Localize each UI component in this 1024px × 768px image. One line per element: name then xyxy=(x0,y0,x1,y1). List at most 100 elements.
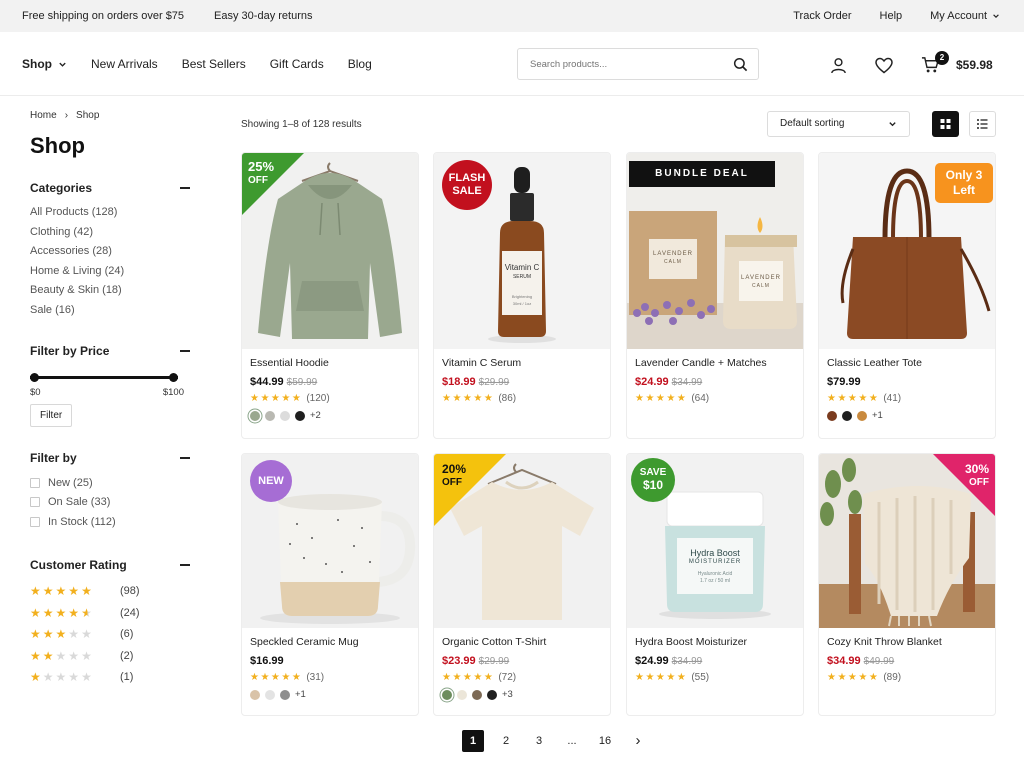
grid-view-button[interactable] xyxy=(932,111,959,137)
color-swatch[interactable] xyxy=(295,410,305,421)
nav-blog[interactable]: Blog xyxy=(348,57,372,71)
product-image[interactable]: SAVE $10 Hydra Boost MOISTURIZER Hyaluro… xyxy=(627,454,803,628)
color-swatch[interactable] xyxy=(265,410,275,421)
product-name[interactable]: Speckled Ceramic Mug xyxy=(250,636,410,648)
rating-filter-3[interactable]: ★★★★★ (6) xyxy=(30,624,190,646)
filter-on-sale[interactable]: On Sale (33) xyxy=(30,493,190,513)
collapse-icon[interactable] xyxy=(180,563,190,566)
color-swatch[interactable] xyxy=(827,410,837,421)
product-name[interactable]: Essential Hoodie xyxy=(250,357,410,369)
filter-by-header[interactable]: Filter by xyxy=(30,451,190,465)
filter-in-stock[interactable]: In Stock (112) xyxy=(30,512,190,532)
page-2-button[interactable]: 2 xyxy=(495,730,517,752)
cart-button[interactable]: 2 xyxy=(921,51,949,79)
product-image[interactable]: 30% OFF xyxy=(819,454,995,628)
customer-rating-header[interactable]: Customer Rating xyxy=(30,558,190,572)
main-nav: Shop New Arrivals Best Sellers Gift Card… xyxy=(22,57,372,71)
product-name[interactable]: Classic Leather Tote xyxy=(827,357,987,369)
checkbox[interactable] xyxy=(30,477,40,488)
color-swatch[interactable] xyxy=(442,689,452,700)
color-swatch[interactable] xyxy=(857,410,867,421)
product-name[interactable]: Lavender Candle + Matches xyxy=(635,357,795,369)
more-colors[interactable]: +2 xyxy=(310,410,321,421)
price-slider-max-handle[interactable] xyxy=(169,373,178,382)
product-name[interactable]: Cozy Knit Throw Blanket xyxy=(827,636,987,648)
color-swatch[interactable] xyxy=(842,410,852,421)
rating-filter-4[interactable]: ★★★★★ (2) xyxy=(30,645,190,667)
product-card-essential-hoodie[interactable]: 25% OFF Essential Hoodie $44.99 $59.99 ★★… xyxy=(241,152,419,439)
color-swatch[interactable] xyxy=(250,410,260,421)
chevron-down-icon xyxy=(993,14,999,18)
filter-new[interactable]: New (25) xyxy=(30,473,190,493)
product-price: $24.99 xyxy=(635,376,669,388)
categories-header[interactable]: Categories xyxy=(30,181,190,195)
category-home-living[interactable]: Home & Living (24) xyxy=(30,262,190,282)
page-16-button[interactable]: 16 xyxy=(594,730,616,752)
checkbox[interactable] xyxy=(30,516,40,527)
rating-filter-2[interactable]: ★★★★★ (24) xyxy=(30,602,190,624)
product-image[interactable]: Only 3 Left xyxy=(819,153,995,349)
more-colors[interactable]: +3 xyxy=(502,689,513,700)
nav-shop-menu[interactable]: Shop xyxy=(22,57,67,71)
product-card-classic-leather-tote[interactable]: Only 3 Left Classic Leather Tote $79.99 … xyxy=(818,152,996,439)
nav-best-sellers[interactable]: Best Sellers xyxy=(182,57,246,71)
color-swatch[interactable] xyxy=(487,689,497,700)
rating-filter-1[interactable]: ★★★★★ (98) xyxy=(30,581,190,603)
color-swatch[interactable] xyxy=(280,689,290,700)
product-card-lavender-candle[interactable]: BUNDLE DEAL LAVENDER CALM LAVENDER CALM … xyxy=(626,152,804,439)
category-clothing[interactable]: Clothing (42) xyxy=(30,223,190,243)
category-all-products[interactable]: All Products (128) xyxy=(30,203,190,223)
more-colors[interactable]: +1 xyxy=(295,689,306,700)
product-name[interactable]: Organic Cotton T-Shirt xyxy=(442,636,602,648)
product-image[interactable]: BUNDLE DEAL LAVENDER CALM LAVENDER CALM xyxy=(627,153,803,349)
checkbox[interactable] xyxy=(30,497,40,508)
nav-gift-cards[interactable]: Gift Cards xyxy=(270,57,324,71)
price-slider-min-handle[interactable] xyxy=(30,373,39,382)
price-filter-header[interactable]: Filter by Price xyxy=(30,344,190,358)
color-swatch[interactable] xyxy=(472,689,482,700)
collapse-icon[interactable] xyxy=(180,350,190,352)
color-swatches: +1 xyxy=(250,689,410,700)
product-image[interactable]: 20% OFF xyxy=(434,454,610,628)
more-colors[interactable]: +1 xyxy=(872,410,883,421)
product-image[interactable]: FLASH SALE Vitamin C SERUM Brightening 3… xyxy=(434,153,610,349)
collapse-icon[interactable] xyxy=(180,457,190,459)
category-accessories[interactable]: Accessories (28) xyxy=(30,242,190,262)
product-name[interactable]: Vitamin C Serum xyxy=(442,357,602,369)
product-card-hydra-boost-moisturizer[interactable]: SAVE $10 Hydra Boost MOISTURIZER Hyaluro… xyxy=(626,453,804,716)
product-image[interactable]: NEW xyxy=(242,454,418,628)
category-beauty-skin[interactable]: Beauty & Skin (18) xyxy=(30,281,190,301)
color-swatch[interactable] xyxy=(280,410,290,421)
help-link[interactable]: Help xyxy=(880,10,903,22)
my-account-label: My Account xyxy=(930,10,987,22)
rating-filter-5[interactable]: ★★★★★ (1) xyxy=(30,667,190,689)
page-3-button[interactable]: 3 xyxy=(528,730,550,752)
track-order-link[interactable]: Track Order xyxy=(793,10,851,22)
search-input[interactable] xyxy=(518,49,718,79)
color-swatch[interactable] xyxy=(250,689,260,700)
list-view-button[interactable] xyxy=(969,111,996,137)
price-range-slider[interactable] xyxy=(30,373,178,382)
collapse-icon[interactable] xyxy=(180,187,190,189)
chevron-down-icon xyxy=(59,62,66,67)
filter-button[interactable]: Filter xyxy=(30,404,73,427)
color-swatch[interactable] xyxy=(265,689,275,700)
breadcrumb-home[interactable]: Home xyxy=(30,110,57,121)
product-card-organic-cotton-tshirt[interactable]: 20% OFF Organic Cotton T-Shirt $23.99 $29… xyxy=(433,453,611,716)
product-card-speckled-ceramic-mug[interactable]: NEW Speckled Ceramic Mug $16.99 ★★★★★ (31… xyxy=(241,453,419,716)
next-page-button[interactable]: › xyxy=(627,730,649,752)
wishlist-button[interactable] xyxy=(875,57,893,79)
product-image[interactable]: 25% OFF xyxy=(242,153,418,349)
color-swatch[interactable] xyxy=(457,689,467,700)
my-account-menu[interactable]: My Account xyxy=(930,10,1000,22)
product-card-cozy-knit-throw-blanket[interactable]: 30% OFF Cozy Knit Throw Blanket $34.99 $4… xyxy=(818,453,996,716)
label-text: MOISTURIZER xyxy=(688,559,742,565)
product-name[interactable]: Hydra Boost Moisturizer xyxy=(635,636,795,648)
category-sale[interactable]: Sale (16) xyxy=(30,301,190,321)
search-icon[interactable] xyxy=(733,57,748,72)
sort-select[interactable]: Default sorting xyxy=(767,111,910,137)
account-button[interactable] xyxy=(830,57,847,79)
page-1-button[interactable]: 1 xyxy=(462,730,484,752)
product-card-vitamin-c-serum[interactable]: FLASH SALE Vitamin C SERUM Brightening 3… xyxy=(433,152,611,439)
nav-new-arrivals[interactable]: New Arrivals xyxy=(91,57,158,71)
